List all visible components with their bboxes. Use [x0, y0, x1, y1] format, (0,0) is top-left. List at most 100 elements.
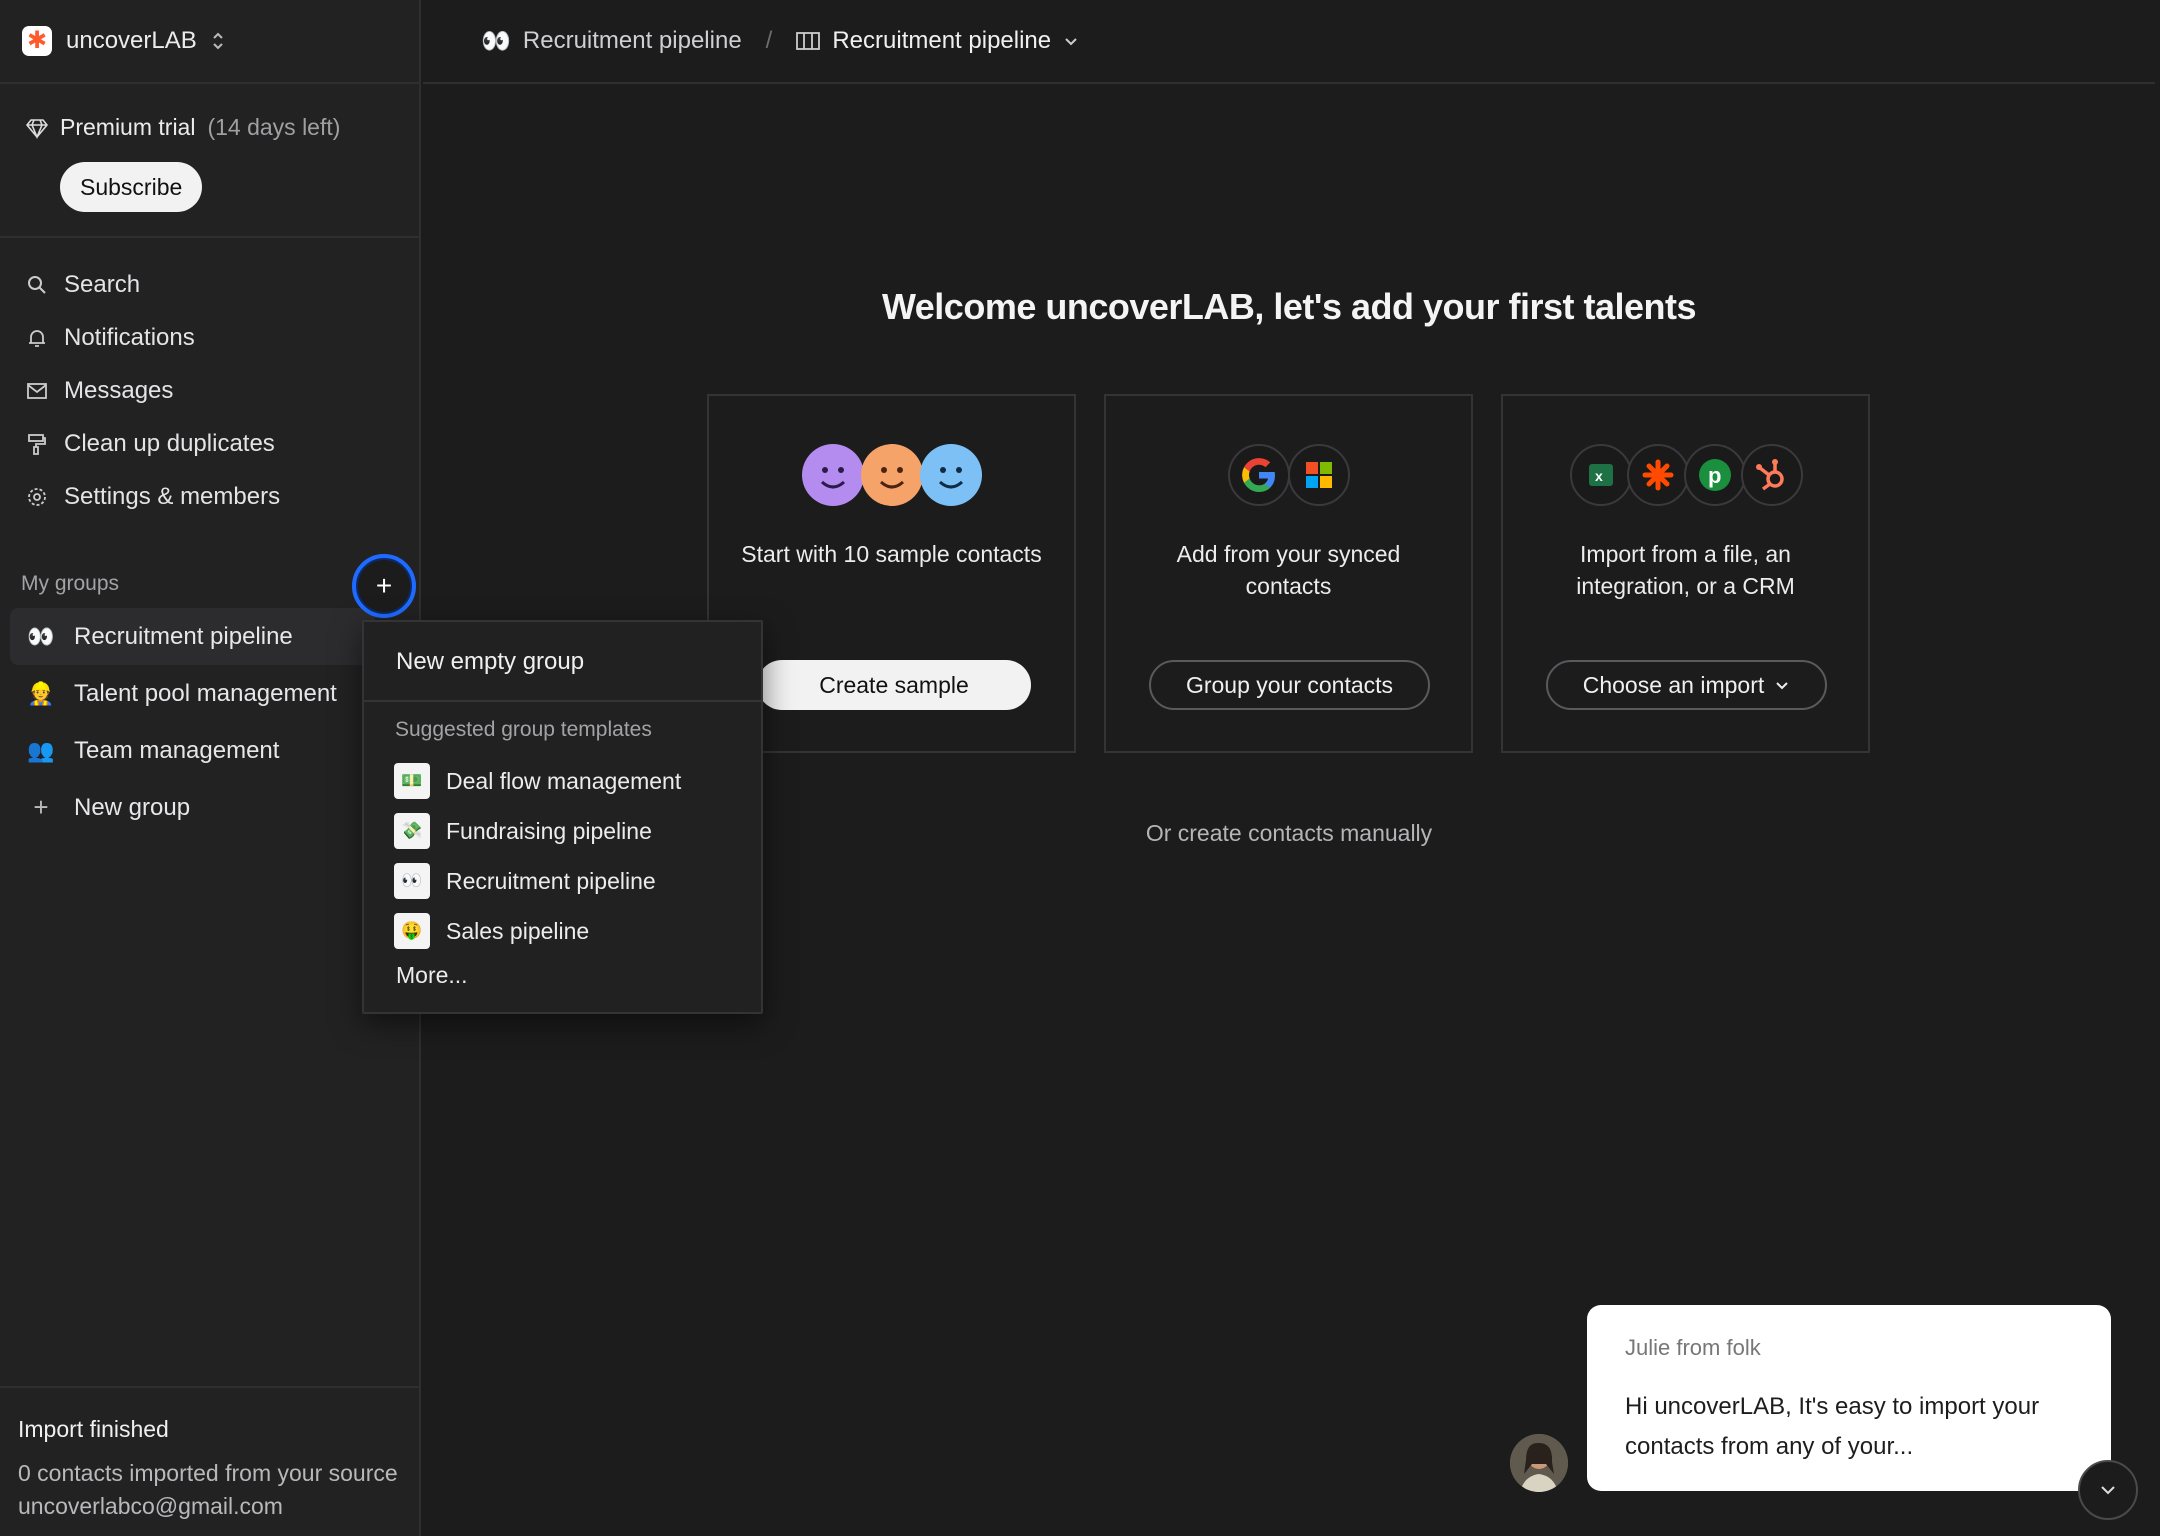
- template-list: 💵 Deal flow management 💸 Fundraising pip…: [394, 756, 681, 956]
- subscribe-button[interactable]: Subscribe: [60, 162, 203, 212]
- nav-messages-label: Messages: [64, 376, 174, 404]
- money-wings-icon: 💸: [394, 813, 430, 849]
- import-card: x p Import from a file, an integration, …: [1501, 394, 1870, 753]
- group-item-recruitment-pipeline[interactable]: 👀 Recruitment pipeline: [10, 608, 375, 665]
- template-label: Fundraising pipeline: [446, 817, 652, 844]
- template-sales[interactable]: 🤑 Sales pipeline: [394, 906, 681, 956]
- template-fundraising[interactable]: 💸 Fundraising pipeline: [394, 806, 681, 856]
- money-face-icon: 🤑: [394, 913, 430, 949]
- group-list: 👀 Recruitment pipeline 👷 Talent pool man…: [10, 608, 410, 836]
- suggested-templates-heading: Suggested group templates: [395, 718, 652, 741]
- nav-search[interactable]: Search: [0, 258, 421, 311]
- more-templates-item[interactable]: More...: [396, 962, 468, 989]
- paint-roller-icon: [28, 433, 46, 455]
- sidebar-nav: Search Notifications Messages Clean up d…: [0, 258, 421, 523]
- breadcrumb-group-label: Recruitment pipeline: [522, 27, 742, 54]
- workspace-logo-icon: ✱: [22, 26, 52, 56]
- welcome-title: Welcome uncoverLAB, let's add your first…: [881, 286, 1697, 327]
- new-empty-group-item[interactable]: New empty group: [396, 648, 584, 676]
- pipedrive-icon: p: [1684, 444, 1746, 506]
- excel-icon: x: [1570, 444, 1632, 506]
- smiley-blue-icon: [920, 444, 982, 506]
- import-status-text: 0 contacts imported from your source unc…: [18, 1460, 398, 1519]
- synced-contacts-text: Add from your synced contacts: [1176, 541, 1401, 599]
- eyes-icon: 👀: [394, 863, 430, 899]
- view-switcher[interactable]: Recruitment pipeline: [796, 27, 1079, 55]
- kanban-view-icon: [796, 32, 821, 50]
- people-icon: 👥: [27, 737, 55, 763]
- svg-text:x: x: [1595, 468, 1603, 484]
- chat-message-bubble[interactable]: Julie from folk Hi uncoverLAB, It's easy…: [1587, 1305, 2111, 1491]
- eyes-icon: 👀: [27, 623, 55, 649]
- smiley-purple-icon: [802, 444, 864, 506]
- group-item-label: Talent pool management: [74, 679, 337, 707]
- workspace-switcher[interactable]: ✱ uncoverLAB: [0, 0, 421, 84]
- eyes-icon: 👀: [481, 27, 511, 55]
- group-item-talent-pool[interactable]: 👷 Talent pool management: [10, 665, 410, 722]
- microsoft-icon: [1288, 444, 1350, 506]
- chat-launcher-button[interactable]: [2078, 1460, 2138, 1520]
- diamond-icon: [26, 118, 48, 139]
- dropdown-divider: [364, 700, 761, 702]
- template-label: Deal flow management: [446, 767, 682, 794]
- nav-clean-up-duplicates[interactable]: Clean up duplicates: [0, 417, 421, 470]
- choose-import-button[interactable]: Choose an import: [1546, 660, 1827, 710]
- google-icon: [1228, 444, 1290, 506]
- chevron-down-icon: [1065, 38, 1077, 46]
- nav-settings-members[interactable]: Settings & members: [0, 470, 421, 523]
- nav-search-label: Search: [64, 270, 141, 298]
- premium-trial-row: Premium trial (14 days left): [26, 114, 340, 141]
- group-item-label: Recruitment pipeline: [74, 622, 293, 650]
- group-item-team-management[interactable]: 👥 Team management: [10, 722, 410, 779]
- nav-settings-label: Settings & members: [64, 482, 281, 510]
- group-your-contacts-button[interactable]: Group your contacts: [1149, 660, 1430, 710]
- import-status-panel: Import finished 0 contacts imported from…: [0, 1386, 421, 1536]
- plus-icon: +: [33, 792, 49, 822]
- add-group-button[interactable]: +: [352, 554, 416, 618]
- view-switcher-label: Recruitment pipeline: [832, 27, 1052, 54]
- smiley-orange-icon: [861, 444, 923, 506]
- bell-icon: [29, 329, 45, 347]
- money-icon: 💵: [394, 763, 430, 799]
- top-header: 👀 Recruitment pipeline / Recruitment pip…: [423, 0, 2155, 84]
- zapier-icon: [1627, 444, 1689, 506]
- create-sample-button[interactable]: Create sample: [757, 660, 1031, 710]
- breadcrumb-separator: /: [765, 27, 773, 54]
- chevron-down-icon: [2101, 1486, 2115, 1495]
- template-recruitment[interactable]: 👀 Recruitment pipeline: [394, 856, 681, 906]
- chat-message-text: Hi uncoverLAB, It's easy to import your …: [1625, 1393, 2040, 1460]
- group-item-label: Team management: [74, 736, 280, 764]
- sidebar: ✱ uncoverLAB Premium trial (14 days left…: [0, 0, 421, 1536]
- breadcrumb-group[interactable]: 👀 Recruitment pipeline: [481, 27, 742, 56]
- envelope-icon: [27, 382, 47, 399]
- chat-sender: Julie from folk: [1625, 1335, 1761, 1360]
- import-status-title: Import finished: [18, 1416, 169, 1442]
- import-text: Import from a file, an integration, or a…: [1576, 541, 1795, 599]
- template-deal-flow[interactable]: 💵 Deal flow management: [394, 756, 681, 806]
- new-group-dropdown: New empty group Suggested group template…: [362, 620, 763, 1014]
- synced-contacts-card: Add from your synced contacts Group your…: [1104, 394, 1473, 753]
- premium-trial-panel: Premium trial (14 days left) Subscribe: [0, 84, 421, 238]
- nav-notifications[interactable]: Notifications: [0, 311, 421, 364]
- gear-icon: [28, 487, 46, 506]
- app-root: ✱ uncoverLAB Premium trial (14 days left…: [0, 0, 2160, 1536]
- chevron-down-icon: [1776, 682, 1788, 690]
- nav-messages[interactable]: Messages: [0, 364, 421, 417]
- trial-days-left: (14 days left): [207, 114, 341, 140]
- search-icon: [28, 275, 46, 294]
- chat-agent-avatar[interactable]: [1510, 1434, 1568, 1492]
- new-group-label: New group: [74, 793, 191, 821]
- worker-icon: 👷: [27, 680, 55, 706]
- choose-import-label: Choose an import: [1582, 671, 1765, 698]
- template-label: Recruitment pipeline: [446, 867, 656, 894]
- template-label: Sales pipeline: [446, 917, 590, 944]
- my-groups-heading: My groups: [21, 572, 120, 595]
- chevron-up-down-icon: [213, 32, 223, 50]
- new-group-button[interactable]: + New group: [10, 779, 410, 836]
- plus-icon: +: [375, 570, 393, 601]
- sample-contacts-text: Start with 10 sample contacts: [741, 541, 1042, 567]
- premium-trial-label: Premium trial: [60, 114, 196, 140]
- svg-text:p: p: [1708, 463, 1721, 488]
- nav-notifications-label: Notifications: [64, 323, 195, 351]
- workspace-name: uncoverLAB: [66, 27, 197, 54]
